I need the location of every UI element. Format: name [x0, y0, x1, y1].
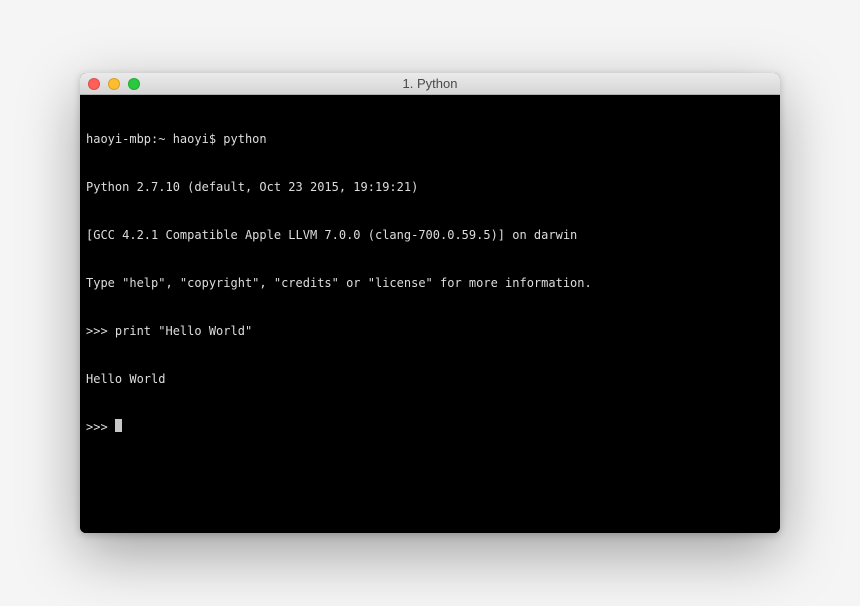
repl-prompt: >>> — [86, 419, 115, 435]
repl-input: print "Hello World" — [115, 324, 252, 338]
shell-line: haoyi-mbp:~ haoyi$ python — [86, 131, 774, 147]
shell-command: python — [223, 132, 266, 146]
minimize-icon[interactable] — [108, 78, 120, 90]
output-line: Type "help", "copyright", "credits" or "… — [86, 275, 774, 291]
repl-current-line: >>> — [86, 419, 774, 435]
repl-prompt: >>> — [86, 324, 115, 338]
terminal-body[interactable]: haoyi-mbp:~ haoyi$ python Python 2.7.10 … — [80, 95, 780, 533]
output-line: [GCC 4.2.1 Compatible Apple LLVM 7.0.0 (… — [86, 227, 774, 243]
traffic-lights — [88, 78, 140, 90]
output-line: Python 2.7.10 (default, Oct 23 2015, 19:… — [86, 179, 774, 195]
shell-prompt: haoyi-mbp:~ haoyi$ — [86, 132, 223, 146]
zoom-icon[interactable] — [128, 78, 140, 90]
close-icon[interactable] — [88, 78, 100, 90]
output-line: Hello World — [86, 371, 774, 387]
cursor-icon — [115, 419, 122, 432]
terminal-window: 1. Python haoyi-mbp:~ haoyi$ python Pyth… — [80, 73, 780, 533]
titlebar[interactable]: 1. Python — [80, 73, 780, 95]
repl-line: >>> print "Hello World" — [86, 323, 774, 339]
window-title: 1. Python — [80, 76, 780, 91]
